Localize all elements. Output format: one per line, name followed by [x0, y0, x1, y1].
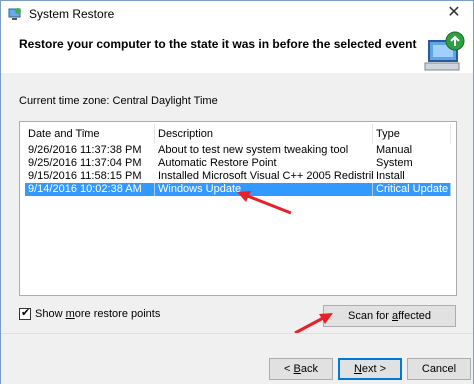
column-header-type[interactable]: Type [373, 124, 451, 144]
next-button[interactable]: Next > [338, 358, 402, 380]
cell-date: 9/14/2016 10:02:38 AM [25, 183, 155, 196]
cell-date: 9/15/2016 11:58:15 PM [28, 170, 142, 182]
cell-description: About to test new system tweaking tool [158, 144, 349, 156]
cell-date: 9/26/2016 11:37:38 PM [28, 144, 142, 156]
system-restore-window: System Restore ✕ Restore your computer t… [0, 0, 474, 384]
annotation-arrow-icon [237, 191, 292, 215]
table-row[interactable]: 9/15/2016 11:58:15 PM Installed Microsof… [25, 170, 451, 183]
show-more-checkbox[interactable]: ✔ [19, 307, 31, 320]
header-title: Restore your computer to the state it wa… [19, 37, 417, 51]
close-icon[interactable]: ✕ [443, 3, 465, 23]
cell-type: Install [376, 170, 405, 182]
restore-computer-icon [424, 31, 465, 71]
back-button[interactable]: < Back [269, 358, 333, 380]
check-icon: ✔ [21, 307, 31, 319]
table-row[interactable]: 9/25/2016 11:37:04 PM Automatic Restore … [25, 157, 451, 170]
cell-description: Installed Microsoft Visual C++ 2005 Redi… [158, 170, 373, 182]
scan-affected-programs-button[interactable]: Scan for affected programs [323, 305, 456, 342]
cell-type: System [376, 157, 413, 169]
sort-caret-icon: ⌄ [82, 125, 89, 134]
timezone-label: Current time zone: Central Daylight Time [19, 95, 218, 107]
cell-type: Manual [376, 144, 413, 156]
system-restore-icon [8, 8, 21, 20]
cancel-button[interactable]: Cancel [407, 358, 471, 380]
window-title: System Restore [29, 7, 115, 21]
title-bar: System Restore ✕ [1, 1, 473, 27]
column-header-date[interactable]: Date and Time ⌄ [25, 124, 155, 144]
show-more-label[interactable]: Show more restore points [35, 308, 160, 320]
list-header: Date and Time ⌄ Description Type [25, 124, 451, 144]
column-header-description[interactable]: Description [155, 124, 373, 144]
cell-date: 9/25/2016 11:37:04 PM [28, 157, 142, 169]
cell-type: Critical Update [373, 183, 451, 196]
table-row[interactable]: 9/26/2016 11:37:38 PM About to test new … [25, 144, 451, 157]
footer-bar [1, 333, 473, 384]
cell-description: Automatic Restore Point [158, 157, 277, 169]
